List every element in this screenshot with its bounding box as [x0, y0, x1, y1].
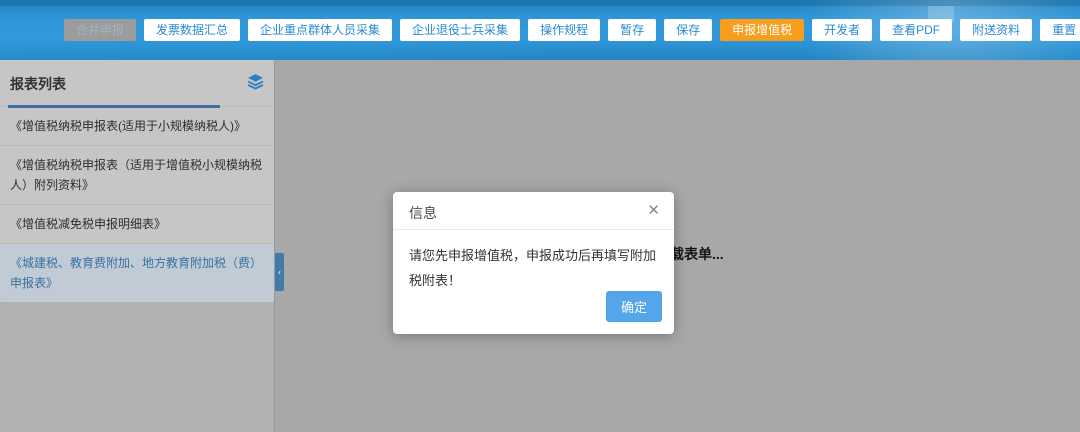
report-list-panel: 报表列表 《增值税纳税申报表(适用于小规模纳税人)》 《增值税纳税申报表（适用于…	[0, 60, 274, 302]
invoice-data-summary-button[interactable]: 发票数据汇总	[144, 19, 240, 41]
info-dialog: 信息 ✕ 请您先申报增值税，申报成功后再填写附加税附表！ 确定	[393, 192, 674, 334]
report-list-title: 报表列表	[10, 74, 66, 94]
operation-guide-button[interactable]: 操作规程	[528, 19, 600, 41]
temp-save-button[interactable]: 暂存	[608, 19, 656, 41]
app-root: 合并申报 发票数据汇总 企业重点群体人员采集 企业退役士兵采集 操作规程 暂存 …	[0, 0, 1080, 432]
title-underline	[8, 105, 220, 108]
layers-icon[interactable]	[247, 73, 264, 90]
sidebar-item-surtax-return[interactable]: 《城建税、教育费附加、地方教育附加税（费）申报表》	[0, 244, 274, 302]
veteran-soldier-collection-button[interactable]: 企业退役士兵采集	[400, 19, 520, 41]
reset-button[interactable]: 重置	[1040, 19, 1080, 41]
dialog-message: 请您先申报增值税，申报成功后再填写附加税附表！	[393, 230, 674, 293]
save-button[interactable]: 保存	[664, 19, 712, 41]
dialog-footer: 确定	[606, 291, 662, 322]
sidebar-collapse-handle[interactable]: ‹	[275, 253, 284, 291]
loading-form-text: 载表单...	[670, 244, 724, 264]
toolbar: 合并申报 发票数据汇总 企业重点群体人员采集 企业退役士兵采集 操作规程 暂存 …	[64, 0, 1080, 60]
developer-button[interactable]: 开发者	[812, 19, 872, 41]
report-list-sidebar: 报表列表 《增值税纳税申报表(适用于小规模纳税人)》 《增值税纳税申报表（适用于…	[0, 60, 275, 432]
report-list: 《增值税纳税申报表(适用于小规模纳税人)》 《增值税纳税申报表（适用于增值税小规…	[0, 107, 274, 302]
view-pdf-button[interactable]: 查看PDF	[880, 19, 952, 41]
sidebar-item-vat-reduction-detail[interactable]: 《增值税减免税申报明细表》	[0, 205, 274, 244]
dialog-header: 信息 ✕	[393, 192, 674, 230]
sidebar-item-vat-return-small-taxpayer[interactable]: 《增值税纳税申报表(适用于小规模纳税人)》	[0, 107, 274, 146]
close-icon[interactable]: ✕	[647, 201, 660, 221]
chevron-left-icon: ‹	[278, 267, 281, 277]
attached-materials-button[interactable]: 附送资料	[960, 19, 1032, 41]
dialog-title: 信息	[409, 205, 437, 221]
top-header: 合并申报 发票数据汇总 企业重点群体人员采集 企业退役士兵采集 操作规程 暂存 …	[0, 0, 1080, 60]
declare-vat-button[interactable]: 申报增值税	[720, 19, 804, 41]
merge-declaration-button[interactable]: 合并申报	[64, 19, 136, 41]
sidebar-item-vat-return-appendix[interactable]: 《增值税纳税申报表（适用于增值税小规模纳税人）附列资料》	[0, 146, 274, 205]
confirm-button[interactable]: 确定	[606, 291, 662, 322]
key-group-personnel-collection-button[interactable]: 企业重点群体人员采集	[248, 19, 392, 41]
report-list-header: 报表列表	[0, 60, 274, 107]
